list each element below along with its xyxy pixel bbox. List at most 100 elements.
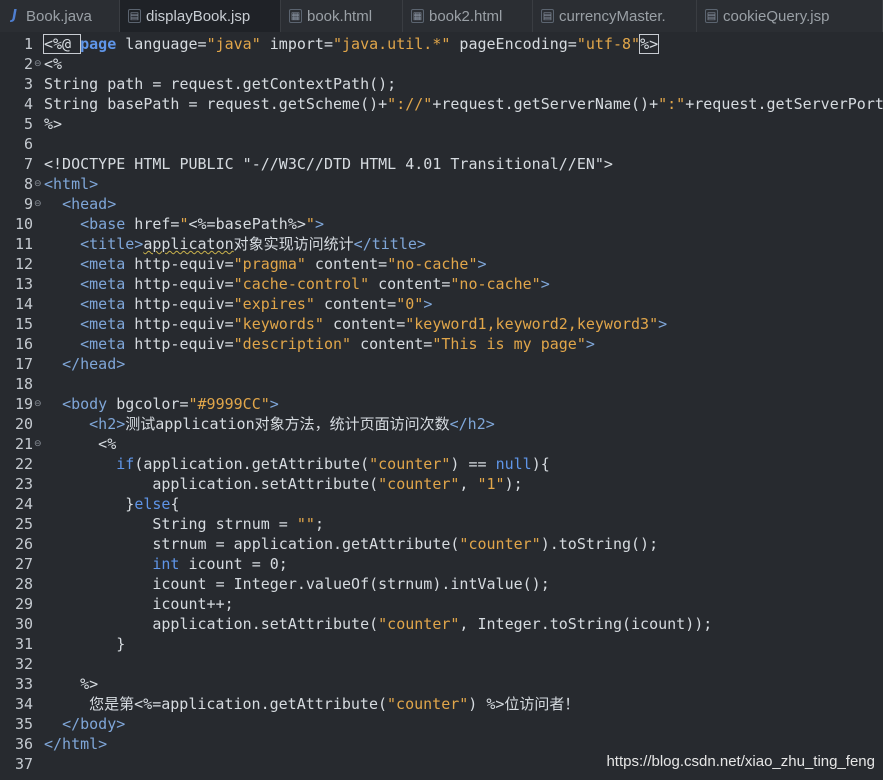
watermark: https://blog.csdn.net/xiao_zhu_ting_feng [606, 753, 875, 770]
line-number: 5 [23, 115, 33, 133]
code-text: 您是第<%=application.getAttribute("counter"… [44, 694, 579, 714]
code-token: "counter" [459, 535, 541, 553]
code-token: content= [323, 315, 406, 333]
code-token: icount++; [44, 595, 234, 613]
code-token: int [152, 555, 180, 573]
code-token: applicaton [143, 235, 234, 253]
tab-book-html[interactable]: ▦ book.html [281, 0, 403, 32]
code-text: application.setAttribute("counter", Inte… [44, 614, 712, 634]
code-token: <html> [44, 175, 99, 193]
code-token: { [170, 495, 180, 513]
fold-toggle-icon[interactable]: ⊖ [34, 394, 42, 414]
code-token: <meta [80, 295, 126, 313]
tab-book2-html[interactable]: ▦ book2.html [403, 0, 533, 32]
code-token: http-equiv= [125, 275, 234, 293]
fold-toggle-icon[interactable]: ⊖ [34, 174, 42, 194]
line-number: 36 [14, 735, 33, 753]
code-text: <%@ page language="java" import="java.ut… [42, 34, 660, 54]
line-number: 17 [14, 355, 33, 373]
tab-label: currencyMaster. [559, 7, 666, 25]
code-line: 13 <meta http-equiv="cache-control" cont… [0, 274, 883, 294]
code-text: <base href="<%=basePath%>"> [44, 214, 324, 234]
code-token: http-equiv= [125, 295, 234, 313]
tab-displaybook-jsp[interactable]: ▤ displayBook.jsp [120, 0, 281, 32]
code-text: <!DOCTYPE HTML PUBLIC "-//W3C//DTD HTML … [44, 154, 613, 174]
code-token: null [495, 455, 532, 473]
jsp-file-icon: ▤ [128, 9, 141, 23]
code-line: 12 <meta http-equiv="pragma" content="no… [0, 254, 883, 274]
code-token: <%=basePath%> [188, 215, 306, 233]
line-number: 9 [23, 195, 33, 213]
code-token: "utf-8" [576, 35, 641, 53]
code-line: 14 <meta http-equiv="expires" content="0… [0, 294, 883, 314]
code-token: </title> [353, 235, 426, 253]
code-text: </body> [44, 714, 125, 734]
line-number: 19 [14, 395, 33, 413]
fold-toggle-icon[interactable]: ⊖ [34, 54, 42, 74]
code-line: 5 %> [0, 114, 883, 134]
code-editor[interactable]: 1 <%@ page language="java" import="java.u… [0, 32, 883, 780]
code-line: 35 </body> [0, 714, 883, 734]
code-token: content= [305, 255, 388, 273]
code-line: 7 <!DOCTYPE HTML PUBLIC "-//W3C//DTD HTML… [0, 154, 883, 174]
code-token: +request.getServerPort [685, 95, 883, 113]
code-text: <meta http-equiv="description" content="… [44, 334, 595, 354]
code-token: "java" [206, 35, 261, 53]
html-file-icon: ▦ [411, 9, 424, 23]
code-token: import= [260, 35, 333, 53]
code-token: > [585, 335, 595, 353]
code-token: icount = Integer.valueOf(strnum).intValu… [44, 575, 550, 593]
code-text: <% [44, 434, 116, 454]
line-number: 13 [14, 275, 33, 293]
code-token: , [459, 475, 478, 493]
code-token: href= [125, 215, 180, 233]
editor-tab-bar: J Book.java ▤ displayBook.jsp ▦ book.htm… [0, 0, 883, 33]
code-token: "counter" [378, 475, 460, 493]
code-token: <meta [80, 255, 126, 273]
fold-toggle-icon[interactable]: ⊖ [34, 194, 42, 214]
code-token: } [44, 495, 135, 513]
java-file-icon: J [12, 8, 17, 23]
code-text: } [44, 634, 125, 654]
line-number: 7 [23, 155, 33, 173]
jsp-file-icon: ▤ [541, 9, 554, 23]
code-text: <meta http-equiv="cache-control" content… [44, 274, 550, 294]
code-token: String path = request.getContextPath(); [44, 75, 397, 93]
line-number: 12 [14, 255, 33, 273]
tab-currencymaster[interactable]: ▤ currencyMaster. [533, 0, 697, 32]
code-text: icount = Integer.valueOf(strnum).intValu… [44, 574, 550, 594]
tab-cookiequery-jsp[interactable]: ▤ cookieQuery.jsp [697, 0, 883, 32]
tab-book-java[interactable]: J Book.java [0, 0, 120, 32]
code-text: <meta http-equiv="expires" content="0"> [44, 294, 432, 314]
line-number: 11 [14, 235, 33, 253]
code-line: 30 application.setAttribute("counter", I… [0, 614, 883, 634]
code-text: <meta http-equiv="pragma" content="no-ca… [44, 254, 487, 274]
code-text: %> [44, 674, 98, 694]
code-token: String basePath = request.getScheme()+ [44, 95, 388, 113]
line-number: 37 [14, 755, 33, 773]
code-token: " [305, 215, 315, 233]
code-token: "pragma" [233, 255, 306, 273]
code-token: "1" [477, 475, 505, 493]
code-token: "no-cache" [387, 255, 478, 273]
line-number: 4 [23, 95, 33, 113]
code-token: > [477, 255, 487, 273]
code-token: <% [44, 55, 63, 73]
fold-toggle-icon[interactable]: ⊖ [34, 434, 42, 454]
code-token: > [269, 395, 279, 413]
code-token: bgcolor= [107, 395, 189, 413]
code-token: %> [44, 675, 99, 693]
line-number: 29 [14, 595, 33, 613]
code-token: application.setAttribute( [44, 615, 379, 633]
code-text: <% [44, 54, 62, 74]
code-text: String basePath = request.getScheme()+":… [44, 94, 883, 114]
code-line: 1 <%@ page language="java" import="java.u… [0, 34, 883, 54]
line-number: 32 [14, 655, 33, 673]
